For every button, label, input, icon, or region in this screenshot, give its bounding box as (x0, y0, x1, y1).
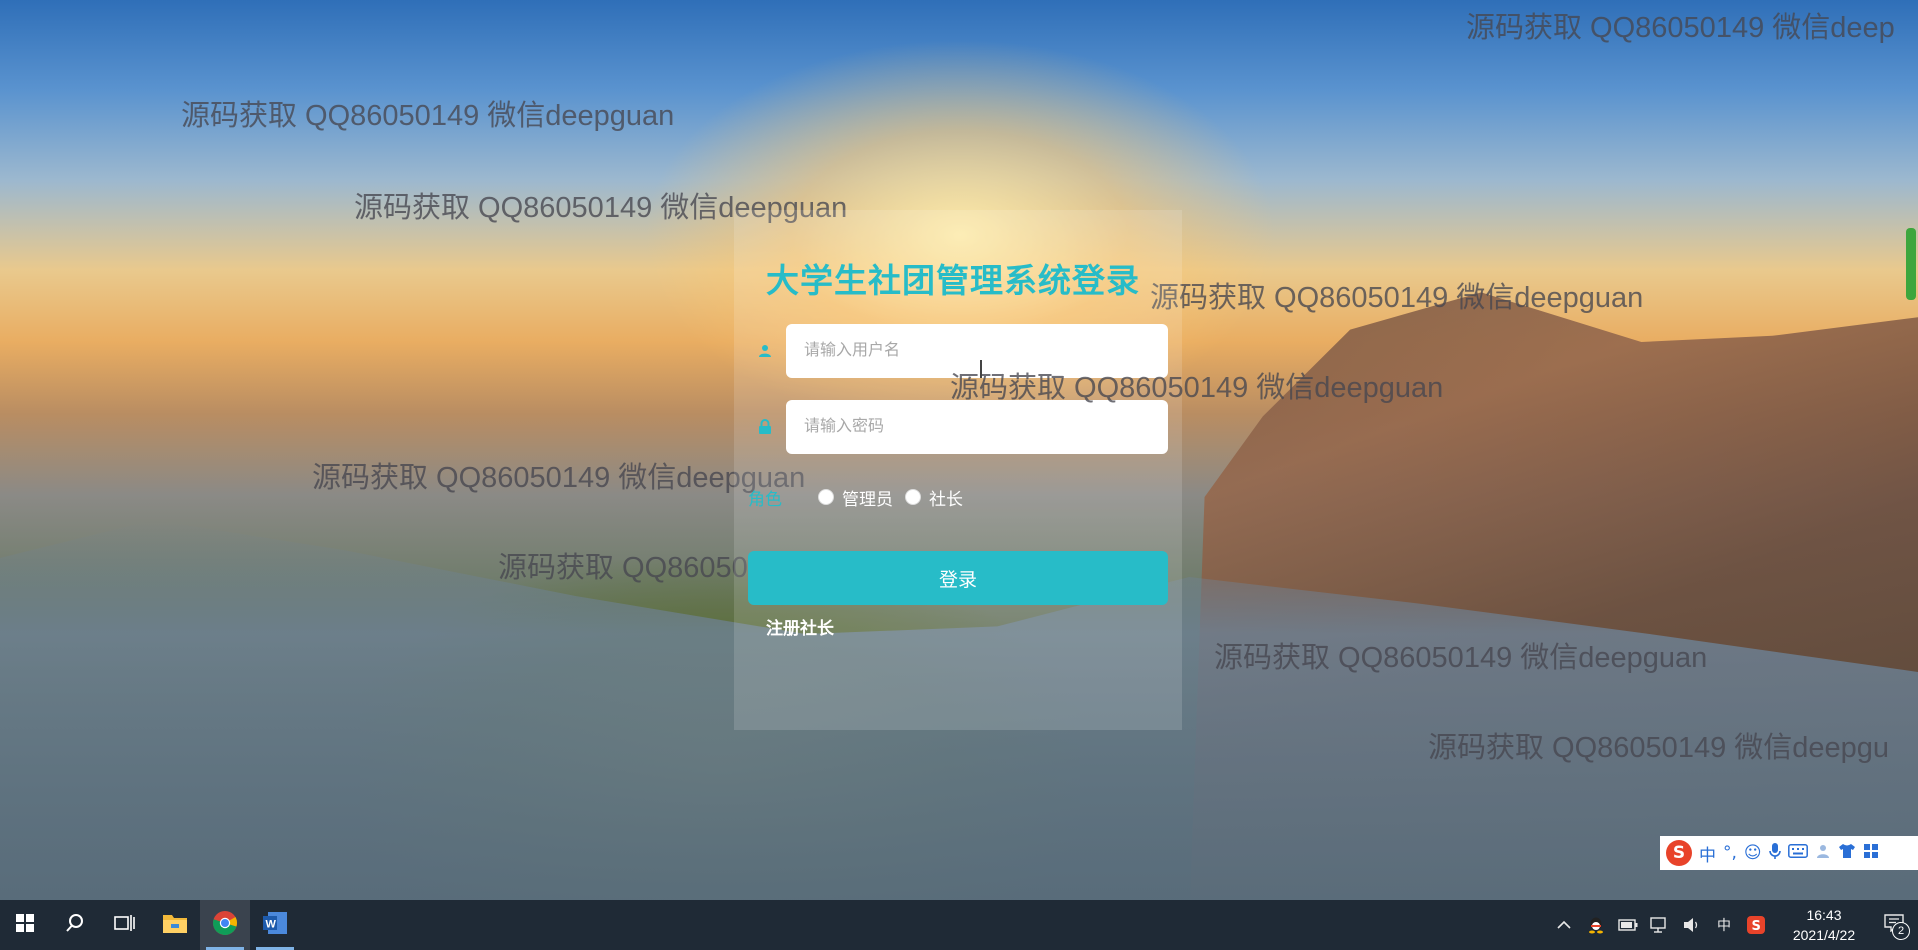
network-icon[interactable] (1649, 914, 1671, 936)
lock-icon (748, 400, 782, 454)
taskbar-app-file-explorer[interactable] (150, 900, 200, 950)
scroll-indicator[interactable] (1906, 228, 1916, 300)
folder-icon (162, 912, 188, 938)
ime-punctuation-toggle[interactable]: °, (1723, 843, 1737, 863)
task-view-button[interactable] (100, 900, 150, 950)
windows-icon (16, 914, 34, 936)
microphone-icon[interactable] (1768, 842, 1781, 865)
user-icon (748, 324, 782, 378)
search-button[interactable] (50, 900, 100, 950)
taskbar: W 中 S 16:43 2021/4/22 2 (0, 900, 1918, 950)
sogou-icon[interactable]: S (1666, 840, 1692, 866)
battery-icon[interactable] (1617, 914, 1639, 936)
input-language-indicator[interactable]: 中 (1713, 914, 1735, 936)
desktop-screen: 源码获取 QQ86050149 微信deep 源码获取 QQ86050149 微… (0, 0, 1918, 950)
clock-time: 16:43 (1806, 907, 1842, 923)
chrome-icon (212, 910, 238, 940)
search-icon (65, 913, 85, 937)
radio-button[interactable] (818, 489, 834, 505)
password-input[interactable] (786, 400, 1168, 454)
start-button[interactable] (0, 900, 50, 950)
text-cursor-icon (980, 360, 982, 378)
svg-text:S: S (1752, 919, 1761, 934)
skin-icon[interactable] (1838, 843, 1856, 864)
login-title: 大学生社团管理系统登录 (766, 261, 1140, 300)
username-row (748, 324, 1168, 378)
password-row (748, 400, 1168, 454)
chevron-up-icon[interactable] (1553, 914, 1575, 936)
volume-icon[interactable] (1681, 914, 1703, 936)
ime-toolbar: S 中 °, ☺ (1660, 836, 1918, 870)
svg-text:W: W (266, 919, 277, 931)
role-option-label: 管理员 (842, 489, 893, 509)
role-label: 角色 (748, 489, 782, 509)
toolbox-icon[interactable] (1863, 843, 1879, 864)
system-tray: 中 S 16:43 2021/4/22 2 (1548, 900, 1918, 950)
role-selector: 角色 管理员 社长 (748, 482, 1168, 512)
clock-date: 2021/4/22 (1792, 927, 1856, 943)
role-option-admin[interactable]: 管理员 (818, 485, 893, 510)
login-panel: 大学生社团管理系统登录 角色 管理员 (734, 210, 1182, 730)
system-clock[interactable]: 16:43 2021/4/22 (1778, 905, 1870, 945)
radio-button[interactable] (905, 489, 921, 505)
action-center-button[interactable]: 2 (1870, 900, 1918, 950)
username-input[interactable] (786, 324, 1168, 378)
register-link[interactable]: 注册社长 (766, 614, 834, 639)
role-option-label: 社长 (929, 489, 963, 509)
qq-icon[interactable] (1585, 914, 1607, 936)
taskbar-app-word[interactable]: W (250, 900, 300, 950)
user-center-icon[interactable] (1815, 843, 1831, 864)
role-option-president[interactable]: 社长 (905, 485, 963, 510)
emoji-icon[interactable]: ☺ (1744, 843, 1762, 863)
ime-language-toggle[interactable]: 中 (1699, 841, 1716, 866)
notification-count-badge: 2 (1892, 922, 1910, 940)
word-icon: W (262, 911, 288, 939)
sogou-tray-icon[interactable]: S (1745, 914, 1767, 936)
taskbar-app-chrome[interactable] (200, 900, 250, 950)
task-view-icon (114, 913, 136, 937)
login-button[interactable]: 登录 (748, 551, 1168, 605)
keyboard-icon[interactable] (1787, 843, 1808, 863)
